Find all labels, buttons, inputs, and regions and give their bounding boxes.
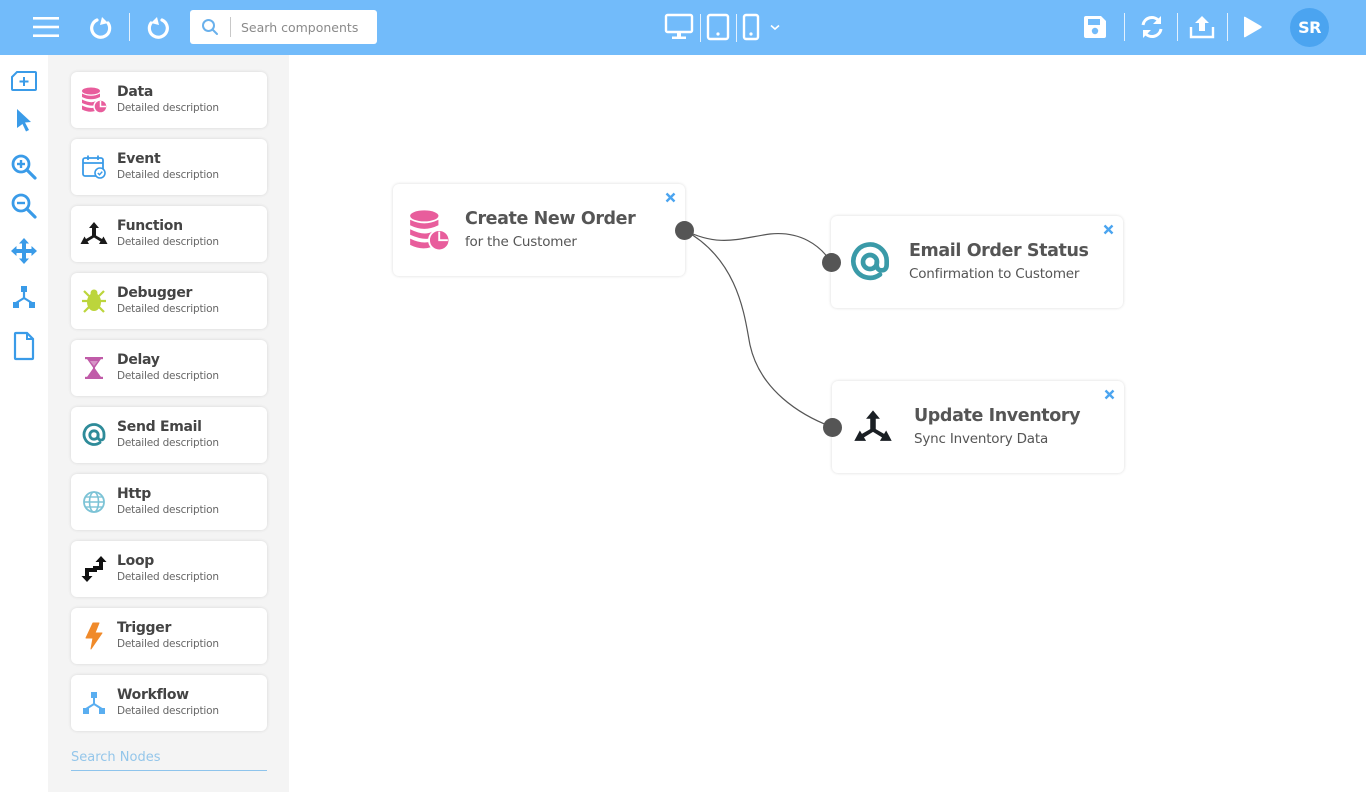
- palette-item-desc: Detailed description: [117, 370, 219, 382]
- palette-item-loop[interactable]: Loop Detailed description: [71, 541, 267, 597]
- palette-item-title: Http: [117, 486, 151, 502]
- tablet-icon[interactable]: [705, 12, 731, 42]
- undo-icon[interactable]: [86, 12, 116, 42]
- output-port[interactable]: [675, 221, 694, 240]
- palette-item-trigger[interactable]: Trigger Detailed description: [71, 608, 267, 664]
- palette-item-title: Workflow: [117, 687, 189, 703]
- chevron-down-icon[interactable]: [768, 20, 782, 34]
- upload-icon[interactable]: [1186, 11, 1218, 43]
- user-avatar[interactable]: SR: [1290, 8, 1329, 47]
- palette-item-title: Loop: [117, 553, 154, 569]
- flow-node-update-inventory[interactable]: Update Inventory Sync Inventory Data: [832, 381, 1124, 473]
- loop-icon: [71, 541, 117, 597]
- palette-item-title: Debugger: [117, 285, 193, 301]
- palette-item-data[interactable]: Data Detailed description: [71, 72, 267, 128]
- calendar-icon: [71, 139, 117, 195]
- close-icon[interactable]: [663, 190, 677, 204]
- search-icon: [190, 10, 230, 44]
- flow-node-email-status[interactable]: Email Order Status Confirmation to Custo…: [831, 216, 1123, 308]
- flow-node-create-order[interactable]: Create New Order for the Customer: [393, 184, 685, 276]
- save-icon[interactable]: [1080, 11, 1110, 43]
- palette-item-desc: Detailed description: [117, 638, 219, 650]
- palette-item-desc: Detailed description: [117, 303, 219, 315]
- palette-item-title: Send Email: [117, 419, 202, 435]
- component-search[interactable]: [190, 10, 377, 44]
- at-icon: [831, 216, 909, 308]
- palette-item-desc: Detailed description: [117, 705, 219, 717]
- palette-item-send-email[interactable]: Send Email Detailed description: [71, 407, 267, 463]
- bolt-icon: [71, 608, 117, 664]
- pointer-icon[interactable]: [10, 106, 38, 134]
- palette-item-desc: Detailed description: [117, 571, 219, 583]
- node-palette: Data Detailed description Event Detailed…: [48, 55, 289, 792]
- palette-item-title: Delay: [117, 352, 160, 368]
- palette-item-debugger[interactable]: Debugger Detailed description: [71, 273, 267, 329]
- input-port[interactable]: [822, 253, 841, 272]
- palette-item-desc: Detailed description: [117, 504, 219, 516]
- toolbar-divider: [129, 13, 130, 41]
- palette-item-desc: Detailed description: [117, 236, 219, 248]
- palette-item-delay[interactable]: Delay Detailed description: [71, 340, 267, 396]
- top-toolbar: SR: [0, 0, 1366, 55]
- close-icon[interactable]: [1102, 387, 1116, 401]
- globe-icon: [71, 474, 117, 530]
- redo-icon[interactable]: [143, 12, 173, 42]
- node-search-input[interactable]: [71, 745, 267, 771]
- hourglass-icon: [71, 340, 117, 396]
- at-icon: [71, 407, 117, 463]
- palette-item-event[interactable]: Event Detailed description: [71, 139, 267, 195]
- node-subtitle: Sync Inventory Data: [914, 431, 1049, 447]
- palette-item-title: Trigger: [117, 620, 172, 636]
- toolbar-divider: [1124, 13, 1125, 41]
- function-arrows-icon: [71, 206, 117, 262]
- palette-item-desc: Detailed description: [117, 437, 219, 449]
- palette-item-title: Function: [117, 218, 183, 234]
- toolbar-divider: [736, 14, 737, 42]
- toolbar-divider: [1177, 13, 1178, 41]
- database-icon: [71, 72, 117, 128]
- bug-icon: [71, 273, 117, 329]
- node-title: Email Order Status: [909, 241, 1089, 261]
- zoom-out-icon[interactable]: [10, 192, 38, 220]
- move-icon[interactable]: [10, 237, 38, 265]
- function-arrows-icon: [832, 381, 914, 473]
- palette-item-workflow[interactable]: Workflow Detailed description: [71, 675, 267, 731]
- desktop-icon[interactable]: [663, 12, 695, 42]
- palette-item-desc: Detailed description: [117, 169, 219, 181]
- node-subtitle: Confirmation to Customer: [909, 266, 1080, 282]
- sync-icon[interactable]: [1136, 11, 1168, 43]
- palette-item-title: Data: [117, 84, 154, 100]
- node-title: Create New Order: [465, 209, 636, 229]
- menu-icon[interactable]: [30, 12, 62, 42]
- palette-item-title: Event: [117, 151, 161, 167]
- toolbar-divider: [1227, 13, 1228, 41]
- add-canvas-icon[interactable]: [10, 67, 38, 95]
- left-tool-rail: [0, 55, 48, 792]
- mobile-icon[interactable]: [740, 12, 762, 42]
- component-search-input[interactable]: [231, 19, 371, 35]
- zoom-in-icon[interactable]: [10, 153, 38, 181]
- palette-item-function[interactable]: Function Detailed description: [71, 206, 267, 262]
- hierarchy-icon[interactable]: [10, 283, 38, 311]
- file-icon[interactable]: [10, 331, 38, 361]
- palette-item-desc: Detailed description: [117, 102, 219, 114]
- palette-item-http[interactable]: Http Detailed description: [71, 474, 267, 530]
- input-port[interactable]: [823, 418, 842, 437]
- close-icon[interactable]: [1101, 222, 1115, 236]
- play-icon[interactable]: [1238, 11, 1266, 43]
- node-title: Update Inventory: [914, 406, 1081, 426]
- node-subtitle: for the Customer: [465, 234, 577, 250]
- database-icon: [393, 184, 465, 276]
- toolbar-divider: [700, 14, 701, 42]
- workflow-icon: [71, 675, 117, 731]
